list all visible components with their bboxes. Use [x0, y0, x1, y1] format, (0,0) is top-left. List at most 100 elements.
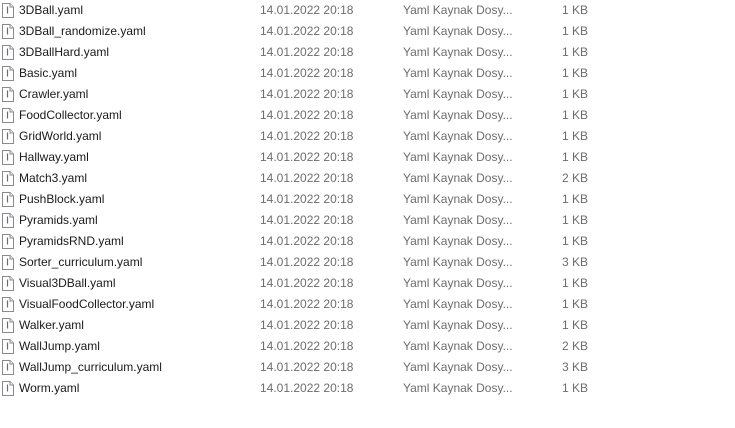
file-name: Crawler.yaml [19, 87, 89, 101]
file-row[interactable]: Pyramids.yaml 14.01.2022 20:18 Yaml Kayn… [0, 210, 735, 231]
file-row[interactable]: Visual3DBall.yaml 14.01.2022 20:18 Yaml … [0, 273, 735, 294]
file-type: Yaml Kaynak Dosy... [403, 45, 513, 59]
file-modified-date: 14.01.2022 20:18 [260, 213, 354, 227]
file-size: 1 KB [561, 66, 588, 80]
file-name: PyramidsRND.yaml [19, 234, 124, 248]
file-modified-date: 14.01.2022 20:18 [260, 45, 354, 59]
file-row[interactable]: GridWorld.yaml 14.01.2022 20:18 Yaml Kay… [0, 126, 735, 147]
file-name: PushBlock.yaml [19, 192, 105, 206]
file-size: 1 KB [561, 234, 588, 248]
file-name: Pyramids.yaml [19, 213, 98, 227]
file-name: VisualFoodCollector.yaml [19, 297, 155, 311]
file-row[interactable]: Sorter_curriculum.yaml 14.01.2022 20:18 … [0, 252, 735, 273]
text-file-icon [2, 108, 14, 123]
file-row[interactable]: Basic.yaml 14.01.2022 20:18 Yaml Kaynak … [0, 63, 735, 84]
file-type: Yaml Kaynak Dosy... [403, 87, 513, 101]
file-size: 1 KB [561, 381, 588, 395]
file-size: 1 KB [561, 213, 588, 227]
file-row[interactable]: PushBlock.yaml 14.01.2022 20:18 Yaml Kay… [0, 189, 735, 210]
file-row[interactable]: Crawler.yaml 14.01.2022 20:18 Yaml Kayna… [0, 84, 735, 105]
file-type: Yaml Kaynak Dosy... [403, 339, 513, 353]
text-file-icon [2, 234, 14, 249]
file-type: Yaml Kaynak Dosy... [403, 192, 513, 206]
file-row[interactable]: 3DBall_randomize.yaml 14.01.2022 20:18 Y… [0, 21, 735, 42]
file-name: GridWorld.yaml [19, 129, 102, 143]
text-file-icon [2, 87, 14, 102]
file-type: Yaml Kaynak Dosy... [403, 129, 513, 143]
file-name: Sorter_curriculum.yaml [19, 255, 143, 269]
text-file-icon [2, 3, 14, 18]
text-file-icon [2, 276, 14, 291]
file-modified-date: 14.01.2022 20:18 [260, 255, 354, 269]
text-file-icon [2, 192, 14, 207]
file-type: Yaml Kaynak Dosy... [403, 234, 513, 248]
file-row[interactable]: PyramidsRND.yaml 14.01.2022 20:18 Yaml K… [0, 231, 735, 252]
file-modified-date: 14.01.2022 20:18 [260, 171, 354, 185]
text-file-icon [2, 150, 14, 165]
file-modified-date: 14.01.2022 20:18 [260, 318, 354, 332]
file-type: Yaml Kaynak Dosy... [403, 3, 513, 17]
file-size: 1 KB [561, 129, 588, 143]
file-row[interactable]: WallJump.yaml 14.01.2022 20:18 Yaml Kayn… [0, 336, 735, 357]
file-row[interactable]: WallJump_curriculum.yaml 14.01.2022 20:1… [0, 357, 735, 378]
text-file-icon [2, 255, 14, 270]
file-size: 1 KB [561, 3, 588, 17]
file-type: Yaml Kaynak Dosy... [403, 213, 513, 227]
file-type: Yaml Kaynak Dosy... [403, 108, 513, 122]
file-modified-date: 14.01.2022 20:18 [260, 108, 354, 122]
file-size: 1 KB [561, 297, 588, 311]
file-size: 1 KB [561, 108, 588, 122]
text-file-icon [2, 297, 14, 312]
file-size: 1 KB [561, 150, 588, 164]
text-file-icon [2, 360, 14, 375]
file-name: Walker.yaml [19, 318, 84, 332]
file-name: 3DBallHard.yaml [19, 45, 110, 59]
file-size: 3 KB [561, 360, 588, 374]
file-modified-date: 14.01.2022 20:18 [260, 192, 354, 206]
text-file-icon [2, 66, 14, 81]
file-modified-date: 14.01.2022 20:18 [260, 381, 354, 395]
file-row[interactable]: VisualFoodCollector.yaml 14.01.2022 20:1… [0, 294, 735, 315]
file-row[interactable]: Match3.yaml 14.01.2022 20:18 Yaml Kaynak… [0, 168, 735, 189]
file-size: 2 KB [561, 171, 588, 185]
file-modified-date: 14.01.2022 20:18 [260, 87, 354, 101]
file-name: 3DBall_randomize.yaml [19, 24, 146, 38]
file-size: 1 KB [561, 192, 588, 206]
file-name: Match3.yaml [19, 171, 88, 185]
text-file-icon [2, 24, 14, 39]
file-size: 2 KB [561, 339, 588, 353]
file-row[interactable]: 3DBall.yaml 14.01.2022 20:18 Yaml Kaynak… [0, 0, 735, 21]
file-size: 1 KB [561, 45, 588, 59]
text-file-icon [2, 45, 14, 60]
file-modified-date: 14.01.2022 20:18 [260, 129, 354, 143]
file-modified-date: 14.01.2022 20:18 [260, 66, 354, 80]
file-type: Yaml Kaynak Dosy... [403, 150, 513, 164]
file-name: Worm.yaml [19, 381, 80, 395]
file-size: 1 KB [561, 276, 588, 290]
file-type: Yaml Kaynak Dosy... [403, 66, 513, 80]
file-modified-date: 14.01.2022 20:18 [260, 276, 354, 290]
file-type: Yaml Kaynak Dosy... [403, 381, 513, 395]
file-type: Yaml Kaynak Dosy... [403, 297, 513, 311]
file-row[interactable]: 3DBallHard.yaml 14.01.2022 20:18 Yaml Ka… [0, 42, 735, 63]
text-file-icon [2, 339, 14, 354]
file-row[interactable]: Walker.yaml 14.01.2022 20:18 Yaml Kaynak… [0, 315, 735, 336]
file-name: FoodCollector.yaml [19, 108, 122, 122]
file-modified-date: 14.01.2022 20:18 [260, 3, 354, 17]
file-name: 3DBall.yaml [19, 3, 84, 17]
file-modified-date: 14.01.2022 20:18 [260, 24, 354, 38]
file-type: Yaml Kaynak Dosy... [403, 318, 513, 332]
file-size: 1 KB [561, 87, 588, 101]
file-modified-date: 14.01.2022 20:18 [260, 234, 354, 248]
file-type: Yaml Kaynak Dosy... [403, 360, 513, 374]
file-type: Yaml Kaynak Dosy... [403, 24, 513, 38]
file-size: 1 KB [561, 24, 588, 38]
file-type: Yaml Kaynak Dosy... [403, 171, 513, 185]
file-name: WallJump_curriculum.yaml [19, 360, 162, 374]
file-row[interactable]: Hallway.yaml 14.01.2022 20:18 Yaml Kayna… [0, 147, 735, 168]
text-file-icon [2, 318, 14, 333]
file-row[interactable]: FoodCollector.yaml 14.01.2022 20:18 Yaml… [0, 105, 735, 126]
file-modified-date: 14.01.2022 20:18 [260, 360, 354, 374]
file-row[interactable]: Worm.yaml 14.01.2022 20:18 Yaml Kaynak D… [0, 378, 735, 399]
file-size: 1 KB [561, 318, 588, 332]
